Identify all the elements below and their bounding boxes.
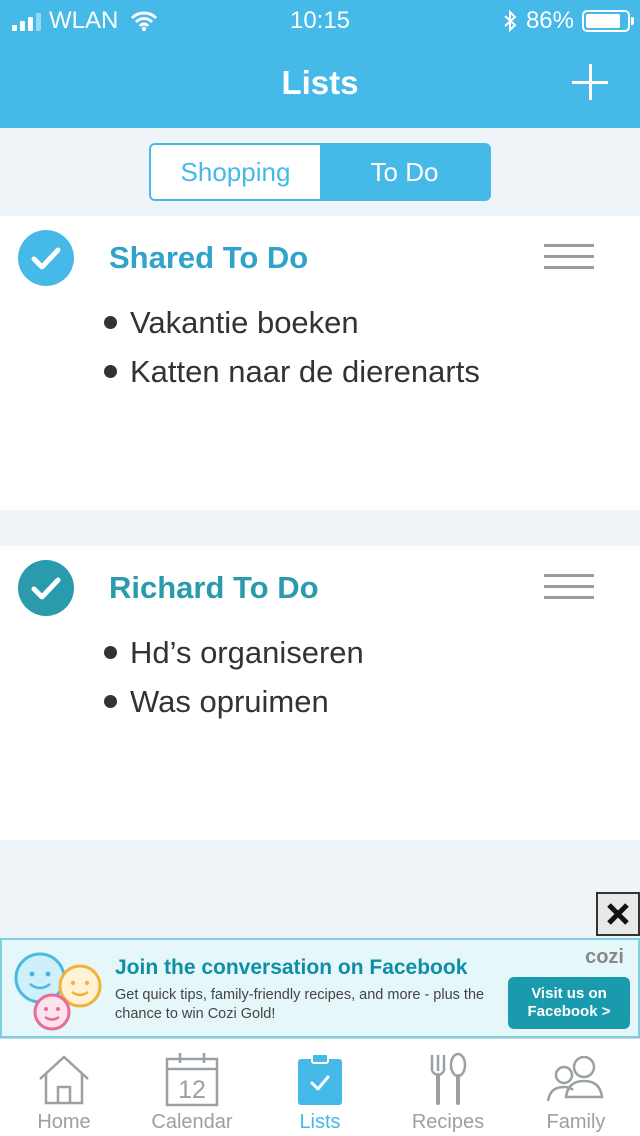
tab-bar: Home 12 Calendar Lists Recipes Family xyxy=(0,1038,640,1136)
list-card[interactable]: Richard To Do Hd’s organiseren Was oprui… xyxy=(0,546,640,840)
chat-faces-icon xyxy=(14,952,102,1031)
segment-to-do[interactable]: To Do xyxy=(320,145,489,199)
plus-icon[interactable] xyxy=(570,62,610,102)
list-title[interactable]: Richard To Do xyxy=(109,570,319,606)
list-type-segment: Shopping To Do xyxy=(149,143,491,201)
check-circle-icon xyxy=(18,230,74,286)
ad-headline: Join the conversation on Facebook xyxy=(115,956,468,979)
fork-spoon-icon xyxy=(430,1052,467,1105)
list-items: Vakantie boeken Katten naar de dierenart… xyxy=(104,298,480,396)
ad-close-button[interactable] xyxy=(596,892,640,936)
tab-label: Calendar xyxy=(151,1111,233,1133)
ad-body: Get quick tips, family-friendly recipes,… xyxy=(115,987,485,1022)
tab-label: Recipes xyxy=(411,1111,485,1133)
list-card[interactable]: Shared To Do Vakantie boeken Katten naar… xyxy=(0,216,640,510)
battery-icon xyxy=(582,10,634,32)
tab-recipes[interactable]: Recipes xyxy=(384,1039,512,1136)
list-item[interactable]: Katten naar de dierenarts xyxy=(104,347,480,396)
tab-lists[interactable]: Lists xyxy=(256,1039,384,1136)
list-items: Hd’s organiseren Was opruimen xyxy=(104,628,364,726)
bluetooth-icon xyxy=(504,9,517,33)
people-icon xyxy=(546,1055,604,1102)
tab-label: Lists xyxy=(299,1111,341,1133)
close-icon xyxy=(607,903,629,925)
calendar-icon: 12 xyxy=(165,1053,219,1107)
check-circle-icon xyxy=(18,560,74,616)
segment-shopping[interactable]: Shopping xyxy=(151,145,320,199)
page-title: Lists xyxy=(281,64,359,101)
reorder-handle-icon[interactable] xyxy=(544,574,594,600)
tab-label: Family xyxy=(546,1111,606,1133)
cozi-logo: cozi xyxy=(585,946,624,968)
status-bar: WLAN 10:15 86% xyxy=(0,0,640,40)
tab-calendar[interactable]: 12 Calendar xyxy=(128,1039,256,1136)
tab-family[interactable]: Family xyxy=(512,1039,640,1136)
ad-cta-button[interactable]: Visit us on Facebook > xyxy=(508,977,630,1029)
nav-bar: Lists xyxy=(0,40,640,128)
reorder-handle-icon[interactable] xyxy=(544,244,594,270)
status-right: 86% xyxy=(502,7,634,35)
calendar-day: 12 xyxy=(178,1076,206,1104)
battery-percent: 86% xyxy=(525,7,574,34)
clipboard-check-icon xyxy=(298,1053,342,1105)
list-item[interactable]: Hd’s organiseren xyxy=(104,628,364,677)
tab-home[interactable]: Home xyxy=(0,1039,128,1136)
home-icon xyxy=(39,1055,89,1105)
list-title[interactable]: Shared To Do xyxy=(109,240,308,276)
ad-banner[interactable]: Join the conversation on Facebook Get qu… xyxy=(0,938,640,1038)
list-item[interactable]: Was opruimen xyxy=(104,677,364,726)
tab-label: Home xyxy=(37,1111,91,1133)
list-item[interactable]: Vakantie boeken xyxy=(104,298,480,347)
